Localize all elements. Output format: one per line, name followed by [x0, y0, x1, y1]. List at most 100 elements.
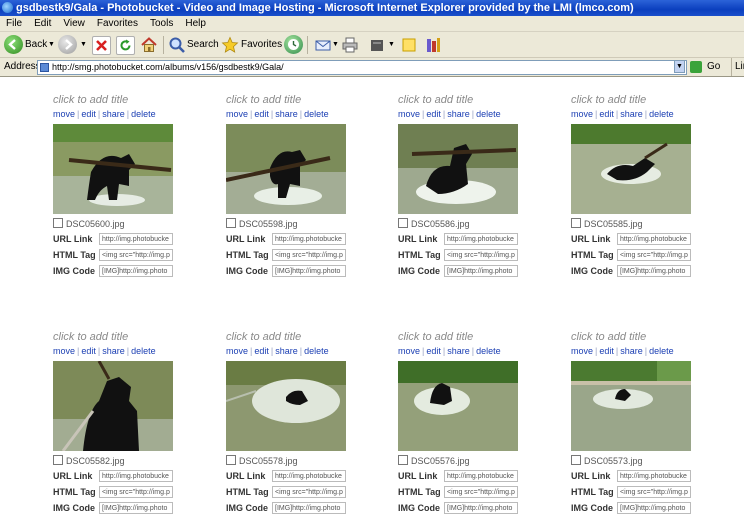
move-link[interactable]: move	[571, 109, 593, 119]
back-button[interactable]: Back	[25, 35, 47, 55]
photo-thumbnail[interactable]	[53, 124, 173, 214]
click-to-add-title[interactable]: click to add title	[53, 94, 128, 106]
go-arrow-icon[interactable]	[690, 61, 702, 73]
delete-link[interactable]: delete	[476, 109, 501, 119]
menu-favorites[interactable]: Favorites	[91, 16, 144, 31]
url-link-field[interactable]: http://img.photobucke	[99, 470, 173, 482]
messenger-icon[interactable]	[400, 36, 417, 53]
print-icon[interactable]	[341, 36, 358, 53]
html-tag-field[interactable]: <img src="http://img.p	[444, 249, 518, 261]
img-code-field[interactable]: [IMG]http://img.photo	[444, 502, 518, 514]
click-to-add-title[interactable]: click to add title	[398, 331, 473, 343]
refresh-icon[interactable]	[116, 36, 135, 55]
move-link[interactable]: move	[226, 346, 248, 356]
menu-view[interactable]: View	[57, 16, 91, 31]
select-checkbox[interactable]	[53, 455, 63, 465]
menu-file[interactable]: File	[0, 16, 28, 31]
photo-thumbnail[interactable]	[571, 124, 691, 214]
links-label[interactable]: Lin	[731, 58, 744, 76]
research-icon[interactable]	[424, 36, 441, 53]
favorites-star-icon[interactable]	[221, 36, 239, 53]
move-link[interactable]: move	[226, 109, 248, 119]
menu-help[interactable]: Help	[179, 16, 212, 31]
delete-link[interactable]: delete	[304, 109, 329, 119]
click-to-add-title[interactable]: click to add title	[398, 94, 473, 106]
edit-link[interactable]: edit	[81, 109, 96, 119]
move-link[interactable]: move	[398, 109, 420, 119]
move-link[interactable]: move	[571, 346, 593, 356]
menu-edit[interactable]: Edit	[28, 16, 57, 31]
move-link[interactable]: move	[398, 346, 420, 356]
select-checkbox[interactable]	[226, 218, 236, 228]
favorites-button[interactable]: Favorites	[241, 35, 282, 55]
photo-thumbnail[interactable]	[226, 361, 346, 451]
img-code-field[interactable]: [IMG]http://img.photo	[272, 265, 346, 277]
forward-dropdown-icon[interactable]: ▼	[80, 35, 87, 55]
url-link-field[interactable]: http://img.photobucke	[444, 233, 518, 245]
delete-link[interactable]: delete	[304, 346, 329, 356]
click-to-add-title[interactable]: click to add title	[571, 331, 646, 343]
edit-page-icon[interactable]	[368, 36, 385, 53]
select-checkbox[interactable]	[571, 455, 581, 465]
img-code-field[interactable]: [IMG]http://img.photo	[99, 265, 173, 277]
html-tag-field[interactable]: <img src="http://img.p	[272, 249, 346, 261]
click-to-add-title[interactable]: click to add title	[571, 94, 646, 106]
click-to-add-title[interactable]: click to add title	[226, 331, 301, 343]
address-dropdown-icon[interactable]: ▼	[674, 60, 685, 73]
html-tag-field[interactable]: <img src="http://img.p	[444, 486, 518, 498]
move-link[interactable]: move	[53, 346, 75, 356]
stop-icon[interactable]	[92, 36, 111, 55]
share-link[interactable]: share	[102, 109, 125, 119]
click-to-add-title[interactable]: click to add title	[53, 331, 128, 343]
delete-link[interactable]: delete	[649, 346, 674, 356]
menu-tools[interactable]: Tools	[144, 16, 179, 31]
search-button[interactable]: Search	[187, 35, 219, 55]
mail-icon[interactable]	[314, 36, 331, 53]
back-arrow-icon[interactable]	[4, 35, 23, 54]
select-checkbox[interactable]	[53, 218, 63, 228]
photo-thumbnail[interactable]	[226, 124, 346, 214]
delete-link[interactable]: delete	[131, 346, 156, 356]
edit-link[interactable]: edit	[254, 109, 269, 119]
share-link[interactable]: share	[620, 109, 643, 119]
img-code-field[interactable]: [IMG]http://img.photo	[272, 502, 346, 514]
html-tag-field[interactable]: <img src="http://img.p	[99, 486, 173, 498]
address-input[interactable]: http://smg.photobucket.com/albums/v156/g…	[37, 60, 687, 75]
edit-link[interactable]: edit	[426, 346, 441, 356]
share-link[interactable]: share	[447, 346, 470, 356]
photo-thumbnail[interactable]	[53, 361, 173, 451]
img-code-field[interactable]: [IMG]http://img.photo	[99, 502, 173, 514]
html-tag-field[interactable]: <img src="http://img.p	[272, 486, 346, 498]
share-link[interactable]: share	[275, 109, 298, 119]
forward-arrow-icon[interactable]	[58, 35, 77, 54]
img-code-field[interactable]: [IMG]http://img.photo	[617, 265, 691, 277]
delete-link[interactable]: delete	[649, 109, 674, 119]
share-link[interactable]: share	[102, 346, 125, 356]
select-checkbox[interactable]	[398, 455, 408, 465]
history-icon[interactable]	[284, 35, 303, 54]
click-to-add-title[interactable]: click to add title	[226, 94, 301, 106]
move-link[interactable]: move	[53, 109, 75, 119]
photo-thumbnail[interactable]	[571, 361, 691, 451]
select-checkbox[interactable]	[398, 218, 408, 228]
html-tag-field[interactable]: <img src="http://img.p	[617, 249, 691, 261]
edit-link[interactable]: edit	[254, 346, 269, 356]
url-link-field[interactable]: http://img.photobucke	[444, 470, 518, 482]
select-checkbox[interactable]	[226, 455, 236, 465]
mail-dropdown-icon[interactable]: ▼	[332, 35, 339, 55]
edit-link[interactable]: edit	[81, 346, 96, 356]
delete-link[interactable]: delete	[476, 346, 501, 356]
search-icon[interactable]	[168, 36, 185, 53]
share-link[interactable]: share	[447, 109, 470, 119]
delete-link[interactable]: delete	[131, 109, 156, 119]
share-link[interactable]: share	[275, 346, 298, 356]
url-link-field[interactable]: http://img.photobucke	[99, 233, 173, 245]
img-code-field[interactable]: [IMG]http://img.photo	[444, 265, 518, 277]
photo-thumbnail[interactable]	[398, 361, 518, 451]
edit-link[interactable]: edit	[599, 109, 614, 119]
go-button[interactable]: Go	[707, 58, 720, 76]
select-checkbox[interactable]	[571, 218, 581, 228]
share-link[interactable]: share	[620, 346, 643, 356]
home-icon[interactable]	[140, 36, 157, 53]
html-tag-field[interactable]: <img src="http://img.p	[617, 486, 691, 498]
